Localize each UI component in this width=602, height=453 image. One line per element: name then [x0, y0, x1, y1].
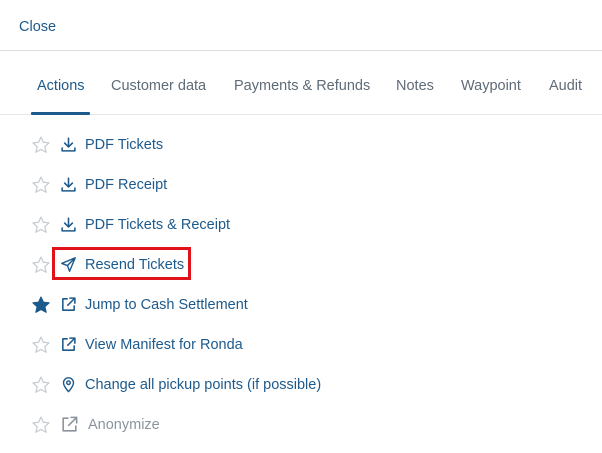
action-item-jump-to-cash-settlement[interactable]: Jump to Cash Settlement [0, 285, 602, 325]
star-outline-icon[interactable] [31, 255, 51, 275]
tab-payments-refunds[interactable]: Payments & Refunds [234, 78, 370, 94]
action-label[interactable]: PDF Receipt [85, 177, 167, 193]
tab-bar: Actions Customer data Payments & Refunds… [0, 52, 602, 115]
tab-actions[interactable]: Actions [37, 78, 85, 94]
send-icon [61, 257, 76, 272]
star-outline-icon[interactable] [31, 215, 51, 235]
map-pin-icon [62, 377, 75, 393]
action-label: Anonymize [88, 417, 160, 433]
tab-notes[interactable]: Notes [396, 78, 434, 94]
action-label[interactable]: PDF Tickets & Receipt [85, 217, 230, 233]
action-item-anonymize: Anonymize [0, 405, 602, 445]
star-outline-icon[interactable] [31, 175, 51, 195]
download-icon [61, 137, 76, 152]
close-button[interactable]: Close [19, 19, 56, 35]
star-outline-icon[interactable] [31, 415, 51, 435]
top-bar: Close [0, 0, 602, 51]
action-item-change-pickup-points[interactable]: Change all pickup points (if possible) [0, 365, 602, 405]
action-label[interactable]: Jump to Cash Settlement [85, 297, 248, 313]
download-icon [61, 217, 76, 232]
active-tab-indicator [31, 112, 90, 115]
action-label[interactable]: PDF Tickets [85, 137, 163, 153]
tab-customer-data[interactable]: Customer data [111, 78, 206, 94]
star-outline-icon[interactable] [31, 375, 51, 395]
tab-audit[interactable]: Audit [549, 78, 582, 94]
action-item-pdf-receipt[interactable]: PDF Receipt [0, 165, 602, 205]
tab-waypoint[interactable]: Waypoint [461, 78, 521, 94]
action-item-resend-tickets[interactable]: Resend Tickets [0, 245, 602, 285]
external-link-icon [62, 297, 76, 311]
star-outline-icon[interactable] [31, 135, 51, 155]
external-link-icon [62, 337, 76, 351]
action-label[interactable]: View Manifest for Ronda [85, 337, 243, 353]
download-icon [61, 177, 76, 192]
action-label[interactable]: Resend Tickets [85, 257, 184, 273]
star-outline-icon[interactable] [31, 335, 51, 355]
action-item-pdf-tickets-receipt[interactable]: PDF Tickets & Receipt [0, 205, 602, 245]
action-label[interactable]: Change all pickup points (if possible) [85, 377, 321, 393]
star-filled-icon[interactable] [31, 295, 51, 315]
external-link-icon [62, 416, 78, 432]
action-item-pdf-tickets[interactable]: PDF Tickets [0, 125, 602, 165]
action-item-view-manifest[interactable]: View Manifest for Ronda [0, 325, 602, 365]
